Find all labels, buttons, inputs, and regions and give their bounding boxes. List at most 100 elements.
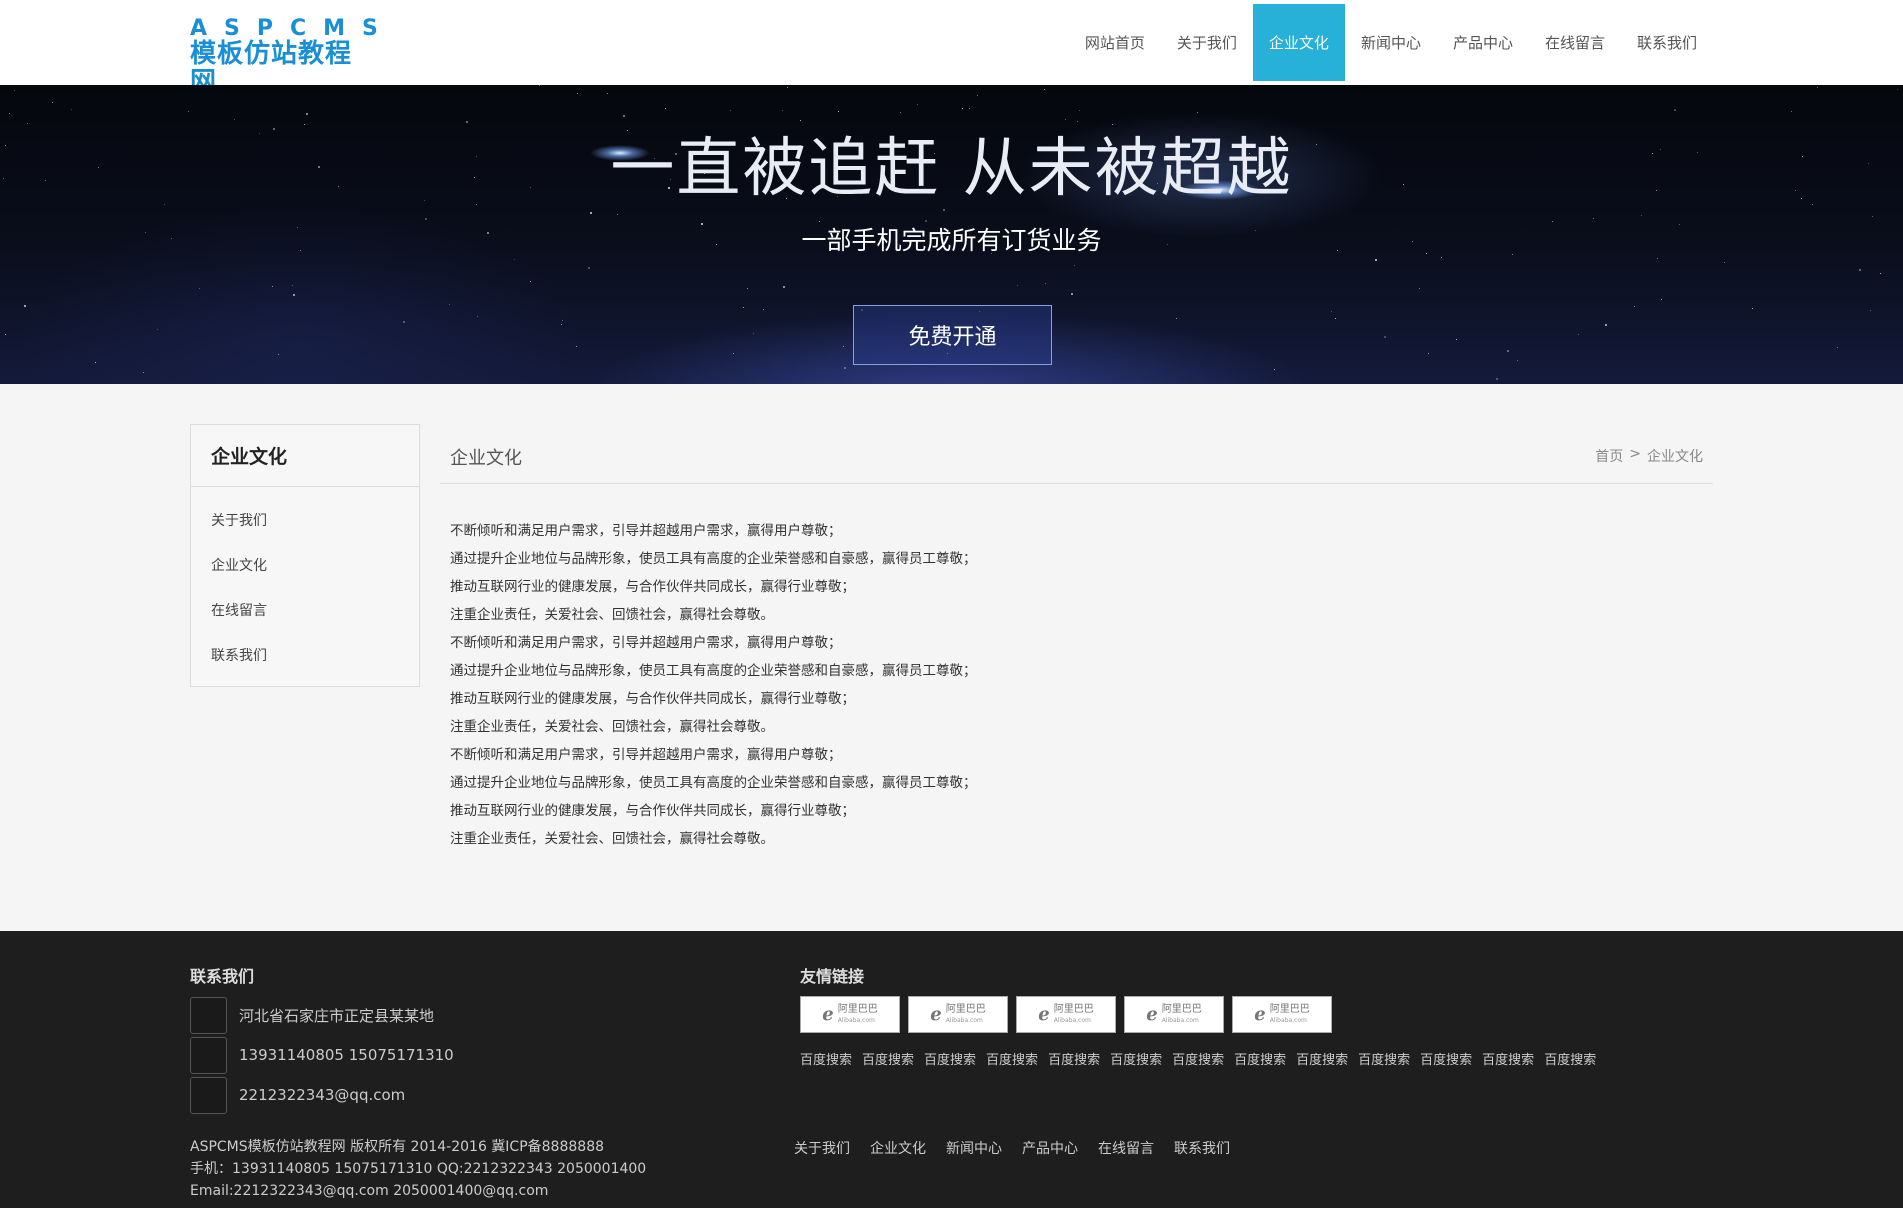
contact-address-row: 河北省石家庄市正定县某某地 bbox=[190, 996, 434, 1034]
alibaba-icon: ℯ bbox=[930, 1004, 942, 1025]
star-dot bbox=[1176, 318, 1177, 319]
phone-icon bbox=[190, 1036, 227, 1074]
star-dot bbox=[1517, 360, 1518, 361]
partner-logos: ℯ 阿里巴巴 Alibaba.com ℯ 阿里巴巴 Alibaba.com ℯ 阿里… bbox=[800, 996, 1332, 1033]
star-dot bbox=[665, 108, 666, 109]
friend-link[interactable]: 百度搜索 bbox=[986, 1049, 1038, 1068]
partner-logo-en: Alibaba.com bbox=[1269, 1016, 1307, 1024]
logo-top-text: ASPCMS bbox=[190, 16, 395, 41]
star-dot bbox=[1456, 339, 1457, 340]
footer-nav-news[interactable]: 新闻中心 bbox=[946, 1138, 1002, 1158]
copyright-block: ASPCMS模板仿站教程网 版权所有 2014-2016 冀ICP备888888… bbox=[190, 1136, 646, 1202]
sidebar-item-about[interactable]: 关于我们 bbox=[191, 497, 419, 542]
star-dot bbox=[1641, 215, 1642, 216]
contact-phones: 13931140805 15075171310 bbox=[239, 1046, 454, 1064]
footer-nav-contact[interactable]: 联系我们 bbox=[1174, 1138, 1230, 1158]
star-dot bbox=[1507, 350, 1509, 352]
copyright-line: ASPCMS模板仿站教程网 版权所有 2014-2016 冀ICP备888888… bbox=[190, 1139, 605, 1155]
friend-link[interactable]: 百度搜索 bbox=[862, 1049, 914, 1068]
footer-links-heading: 友情链接 bbox=[800, 967, 865, 986]
star-dot bbox=[1419, 288, 1420, 289]
friend-link[interactable]: 百度搜索 bbox=[1048, 1049, 1100, 1068]
star-dot bbox=[293, 294, 295, 296]
partner-logo-cn: 阿里巴巴 bbox=[1269, 1003, 1310, 1015]
alibaba-logo-link[interactable]: ℯ 阿里巴巴 Alibaba.com bbox=[1232, 996, 1332, 1033]
star-dot bbox=[292, 285, 293, 286]
star-dot bbox=[1724, 262, 1725, 263]
star-dot bbox=[763, 309, 764, 310]
hero-banner: 一直被追赶 从未被超越 一部手机完成所有订货业务 免费开通 bbox=[0, 85, 1903, 384]
star-dot bbox=[477, 316, 478, 317]
footer-nav-message[interactable]: 在线留言 bbox=[1098, 1138, 1154, 1158]
email-icon bbox=[190, 1076, 227, 1114]
footer-nav-products[interactable]: 产品中心 bbox=[1022, 1138, 1078, 1158]
free-signup-button[interactable]: 免费开通 bbox=[853, 305, 1052, 365]
site-footer: 联系我们 河北省石家庄市正定县某某地 13931140805 150751713… bbox=[0, 931, 1903, 1208]
star-dot bbox=[1872, 216, 1873, 217]
alibaba-logo-link[interactable]: ℯ 阿里巴巴 Alibaba.com bbox=[800, 996, 900, 1033]
friend-link[interactable]: 百度搜索 bbox=[924, 1049, 976, 1068]
article-body: 不断倾听和满足用户需求，引导并超越用户需求，赢得用户尊敬； 通过提升企业地位与品… bbox=[450, 517, 1350, 853]
star-dot bbox=[576, 346, 577, 347]
nav-item-culture[interactable]: 企业文化 bbox=[1252, 4, 1345, 81]
star-dot bbox=[95, 362, 96, 363]
nav-item-home[interactable]: 网站首页 bbox=[1069, 4, 1161, 81]
star-dot bbox=[5, 334, 6, 335]
article-paragraph: 推动互联网行业的健康发展，与合作伙伴共同成长，赢得行业尊敬； bbox=[450, 691, 855, 707]
nav-item-message[interactable]: 在线留言 bbox=[1529, 4, 1621, 81]
star-dot bbox=[1441, 257, 1442, 258]
star-dot bbox=[1274, 369, 1275, 370]
nav-item-contact[interactable]: 联系我们 bbox=[1621, 4, 1713, 81]
star-dot bbox=[733, 353, 734, 354]
partner-logo-en: Alibaba.com bbox=[837, 1016, 875, 1024]
star-dot bbox=[157, 329, 158, 330]
friend-link[interactable]: 百度搜索 bbox=[1544, 1049, 1596, 1068]
friend-link[interactable]: 百度搜索 bbox=[1234, 1049, 1286, 1068]
site-logo[interactable]: ASPCMS 模板仿站教程网 bbox=[190, 16, 395, 97]
breadcrumb-home-link[interactable]: 首页 bbox=[1595, 446, 1623, 466]
star-dot bbox=[1079, 110, 1080, 111]
star-dot bbox=[52, 102, 53, 103]
sidebar-item-culture[interactable]: 企业文化 bbox=[191, 542, 419, 587]
friend-links: 百度搜索 百度搜索 百度搜索 百度搜索 百度搜索 百度搜索 百度搜索 百度搜索 … bbox=[800, 1049, 1596, 1068]
nav-item-products[interactable]: 产品中心 bbox=[1437, 4, 1529, 81]
banner-subtitle: 一部手机完成所有订货业务 bbox=[801, 226, 1102, 255]
footer-nav-culture[interactable]: 企业文化 bbox=[870, 1138, 926, 1158]
article-paragraph: 注重企业责任，关爱社会、回馈社会，赢得社会尊敬。 bbox=[450, 831, 774, 847]
star-dot bbox=[1837, 347, 1838, 348]
sidebar-menu: 关于我们 企业文化 在线留言 联系我们 bbox=[191, 487, 419, 677]
partner-logo-cn: 阿里巴巴 bbox=[1053, 1003, 1094, 1015]
friend-link[interactable]: 百度搜索 bbox=[1110, 1049, 1162, 1068]
friend-link[interactable]: 百度搜索 bbox=[1358, 1049, 1410, 1068]
footer-nav-about[interactable]: 关于我们 bbox=[794, 1138, 850, 1158]
star-dot bbox=[1634, 306, 1635, 307]
article-paragraph: 不断倾听和满足用户需求，引导并超越用户需求，赢得用户尊敬； bbox=[450, 747, 842, 763]
star-dot bbox=[1044, 89, 1045, 90]
nav-item-about[interactable]: 关于我们 bbox=[1161, 4, 1253, 81]
friend-link[interactable]: 百度搜索 bbox=[1420, 1049, 1472, 1068]
star-dot bbox=[969, 108, 970, 109]
alibaba-logo-link[interactable]: ℯ 阿里巴巴 Alibaba.com bbox=[1016, 996, 1116, 1033]
star-dot bbox=[449, 304, 450, 305]
alibaba-logo-link[interactable]: ℯ 阿里巴巴 Alibaba.com bbox=[908, 996, 1008, 1033]
alibaba-logo-link[interactable]: ℯ 阿里巴巴 Alibaba.com bbox=[1124, 996, 1224, 1033]
breadcrumb-separator: > bbox=[1629, 446, 1641, 462]
friend-link[interactable]: 百度搜索 bbox=[800, 1049, 852, 1068]
article-paragraph: 推动互联网行业的健康发展，与合作伙伴共同成长，赢得行业尊敬； bbox=[450, 579, 855, 595]
star-dot bbox=[561, 324, 562, 325]
friend-link[interactable]: 百度搜索 bbox=[1172, 1049, 1224, 1068]
partner-logo-cn: 阿里巴巴 bbox=[1161, 1003, 1202, 1015]
star-dot bbox=[1870, 310, 1871, 311]
sidebar-item-message[interactable]: 在线留言 bbox=[191, 587, 419, 632]
star-dot bbox=[900, 112, 901, 113]
sidebar-item-contact[interactable]: 联系我们 bbox=[191, 632, 419, 677]
article-paragraph: 通过提升企业地位与品牌形象，使员工具有高度的企业荣誉感和自豪感，赢得员工尊敬； bbox=[450, 663, 977, 679]
star-dot bbox=[753, 333, 754, 334]
friend-link[interactable]: 百度搜索 bbox=[1296, 1049, 1348, 1068]
star-dot bbox=[1384, 336, 1386, 338]
sidebar-title: 企业文化 bbox=[191, 425, 419, 487]
star-dot bbox=[787, 87, 788, 88]
breadcrumb-current-link[interactable]: 企业文化 bbox=[1647, 446, 1703, 466]
friend-link[interactable]: 百度搜索 bbox=[1482, 1049, 1534, 1068]
nav-item-news[interactable]: 新闻中心 bbox=[1345, 4, 1437, 81]
